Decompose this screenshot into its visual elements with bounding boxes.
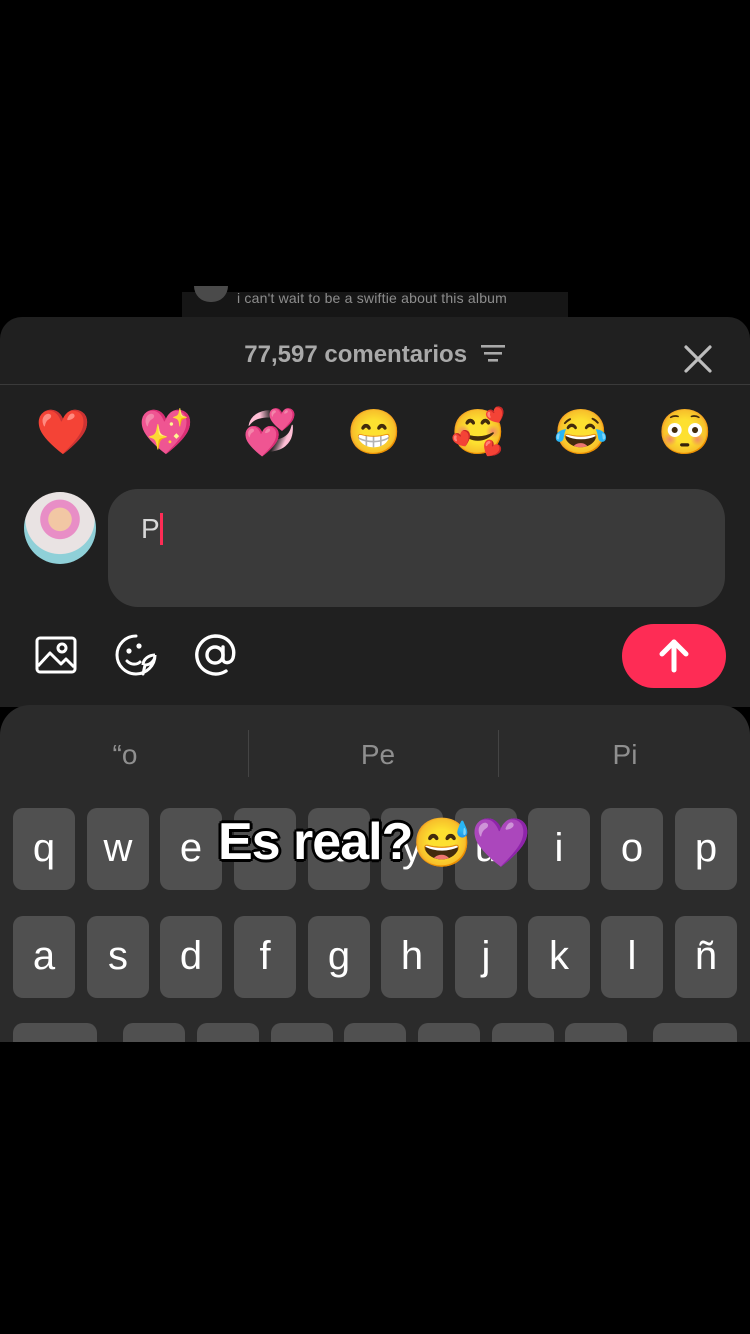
key-o[interactable]: o [601, 808, 663, 890]
key-l[interactable]: l [601, 916, 663, 998]
suggestion-divider [498, 730, 499, 777]
quick-emoji-row: ❤️ 💖 💞 😁 🥰 😂 😳 [0, 405, 750, 461]
key-h[interactable]: h [381, 916, 443, 998]
text-caret [160, 513, 163, 545]
key-g[interactable]: g [308, 916, 370, 998]
key-e[interactable]: e [160, 808, 222, 890]
emoji-grin[interactable]: 😁 [346, 405, 402, 461]
top-comment-preview: i can't wait to be a swiftie about this … [182, 286, 568, 318]
key-row3[interactable] [492, 1023, 554, 1042]
sticker-icon[interactable] [114, 633, 158, 677]
comments-sheet: 77,597 comentarios ❤️ 💖 💞 😁 🥰 😂 😳 P [0, 317, 750, 707]
key-row3[interactable] [123, 1023, 185, 1042]
key-row3[interactable] [565, 1023, 627, 1042]
emoji-joy[interactable]: 😂 [553, 405, 609, 461]
key-row3[interactable] [197, 1023, 259, 1042]
suggestion-3[interactable]: Pi [525, 739, 725, 771]
overlay-caption: Es real?😅💜 [218, 812, 531, 872]
emoji-smiling-hearts[interactable]: 🥰 [450, 405, 506, 461]
key-a[interactable]: a [13, 916, 75, 998]
keyboard: “o Pe Pi q w e r t y u i o p a s d f g h… [0, 705, 750, 1042]
emoji-flushed[interactable]: 😳 [657, 405, 713, 461]
comment-count-label: 77,597 comentarios [244, 341, 468, 368]
key-row3[interactable] [418, 1023, 480, 1042]
key-row3[interactable] [344, 1023, 406, 1042]
mini-avatar [194, 286, 228, 302]
key-j[interactable]: j [455, 916, 517, 998]
key-k[interactable]: k [528, 916, 590, 998]
suggestion-1[interactable]: “o [25, 739, 225, 771]
comments-header: 77,597 comentarios [0, 317, 750, 385]
emoji-heart[interactable]: ❤️ [35, 405, 91, 461]
comment-count: 77,597 comentarios [0, 341, 750, 370]
key-q[interactable]: q [13, 808, 75, 890]
key-w[interactable]: w [87, 808, 149, 890]
arrow-up-icon [659, 639, 689, 673]
overlay-caption-emojis: 😅💜 [412, 817, 531, 870]
key-row3[interactable] [271, 1023, 333, 1042]
send-button[interactable] [622, 624, 726, 688]
key-d[interactable]: d [160, 916, 222, 998]
key-n-tilde[interactable]: ñ [675, 916, 737, 998]
key-delete[interactable] [653, 1023, 737, 1042]
key-s[interactable]: s [87, 916, 149, 998]
emoji-two-hearts[interactable]: 💞 [242, 405, 298, 461]
comment-input-value: P [141, 513, 160, 544]
emoji-sparkling-heart[interactable]: 💖 [138, 405, 194, 461]
key-f[interactable]: f [234, 916, 296, 998]
user-avatar[interactable] [24, 492, 96, 564]
overlay-caption-text: Es real? [218, 813, 413, 871]
key-shift[interactable] [13, 1023, 97, 1042]
key-p[interactable]: p [675, 808, 737, 890]
mention-icon[interactable] [193, 633, 237, 677]
top-comment-text: i can't wait to be a swiftie about this … [237, 290, 508, 306]
close-icon[interactable] [682, 343, 714, 375]
key-i[interactable]: i [528, 808, 590, 890]
comment-input[interactable]: P [108, 489, 725, 607]
image-icon[interactable] [34, 633, 78, 677]
filter-icon[interactable] [480, 342, 506, 370]
suggestion-2[interactable]: Pe [278, 739, 478, 771]
suggestion-divider [248, 730, 249, 777]
